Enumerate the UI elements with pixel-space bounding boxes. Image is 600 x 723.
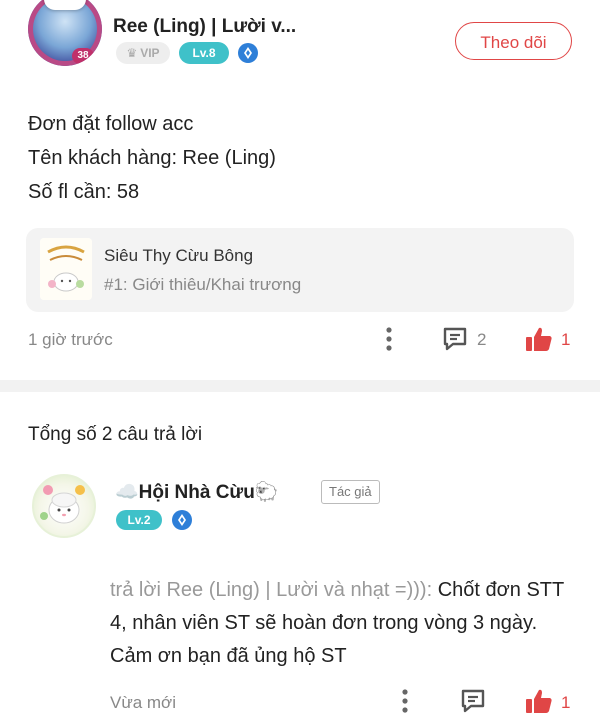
post-time: 1 giờ trước [28,330,113,349]
story-chapter: #1: Giới thiêu/Khai trương [104,275,302,294]
like-icon[interactable] [524,324,554,354]
reply-more-options-icon[interactable] [394,686,416,716]
comment-count: 2 [477,330,487,349]
story-thumbnail [40,238,92,300]
reply-quote[interactable]: trả lời Ree (Ling) | Lười và nhạt =))): [110,579,432,601]
linked-story-card[interactable]: Siêu Thy Cừu Bông #1: Giới thiêu/Khai tr… [26,228,574,312]
post-line-2: Tên khách hàng: Ree (Ling) [28,147,276,169]
post-line-3: Số fl cần: 58 [28,181,140,203]
reply-author-avatar[interactable] [32,474,96,538]
diamond-icon [238,43,258,63]
reply-like-count: 1 [561,693,571,712]
avatar-badge: 38 [72,48,94,64]
author-name[interactable]: Ree (Ling) | Lười v... [113,16,296,38]
like-count: 1 [561,330,571,349]
avatar-chip: ✓ [44,0,86,10]
crown-icon: ♛ [126,46,138,60]
post-line-1: Đơn đặt follow acc [28,113,194,135]
reply-level-badge: Lv.2 [116,510,162,530]
vip-label: VIP [140,46,160,60]
reply-body: trả lời Ree (Ling) | Lười và nhạt =))): … [110,574,580,673]
reply-comment-icon[interactable] [458,686,488,716]
author-tag: Tác giả [321,480,380,504]
more-options-icon[interactable] [378,324,400,354]
level-badge: Lv.8 [179,42,229,64]
section-divider [0,380,600,392]
reply-time: Vừa mới [110,693,176,712]
reply-like-icon[interactable] [524,686,554,716]
follow-button[interactable]: Theo dõi [455,22,572,60]
comment-icon[interactable] [440,324,470,354]
replies-total: Tổng số 2 câu trả lời [28,424,203,445]
reply-author-name[interactable]: ☁️Hội Nhà Cừu🐑 [115,480,278,504]
story-title: Siêu Thy Cừu Bông [104,246,254,265]
vip-badge: ♛ VIP [116,42,170,64]
reply-diamond-icon [172,510,192,530]
